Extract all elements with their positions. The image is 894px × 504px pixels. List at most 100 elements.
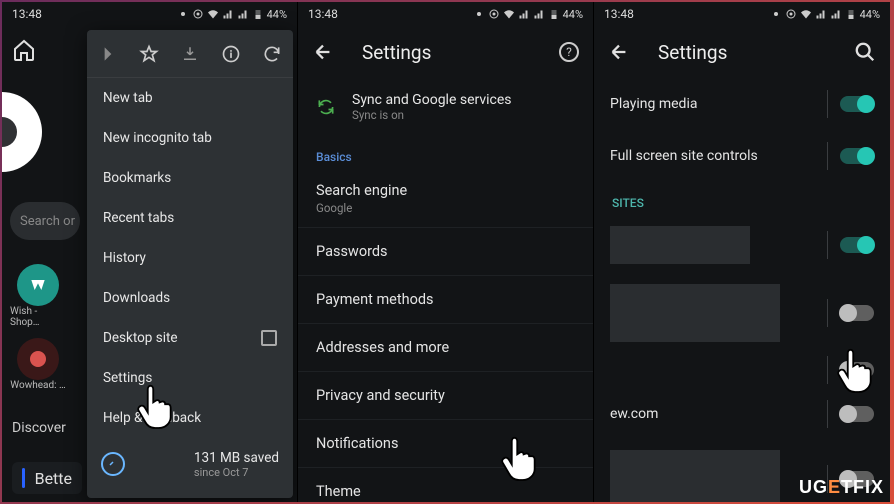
site-redacted [610,284,780,342]
back-arrow-icon[interactable] [608,41,630,63]
battery-icon [548,8,560,20]
signal-icon [533,8,545,20]
menu-settings[interactable]: Settings [87,358,293,398]
battery-pct: 44% [267,8,287,21]
status-time: 13:48 [604,7,634,21]
refresh-icon[interactable] [261,43,283,65]
data-saved-sub: since Oct 7 [194,466,279,479]
gauge-icon [101,452,125,476]
wifi-icon [503,8,515,20]
status-bar: 13:48 44% [2,2,297,26]
sites-header: SITES [594,182,890,216]
shortcut-wish[interactable]: Wish - Shop… [10,264,66,328]
status-bar: 13:48 44% [298,2,593,26]
signal-icon [237,8,249,20]
setting-payment[interactable]: Payment methods [298,275,593,323]
setting-passwords[interactable]: Passwords [298,227,593,275]
site-row[interactable] [594,352,890,388]
menu-new-incognito[interactable]: New incognito tab [87,118,293,158]
divider [827,90,828,118]
battery-icon [845,8,857,20]
site-row[interactable] [594,216,890,274]
divider [827,142,828,170]
omnibox[interactable]: Search or [10,202,80,240]
sync-subtitle: Sync is on [352,108,512,122]
setting-playing-media[interactable]: Playing media [594,78,890,130]
watermark: UGETFIX [799,477,884,498]
page-title: Settings [362,41,531,64]
toggle-site[interactable] [840,237,874,253]
chrome-logo [2,92,42,172]
signal-icon [830,8,842,20]
site-row-ewcom[interactable]: ew.com [594,388,890,440]
page-title: Settings [658,41,826,64]
signal-icon [222,8,234,20]
shortcut-wowhead[interactable]: Wowhead: … [10,338,66,391]
menu-history[interactable]: History [87,238,293,278]
setting-addresses[interactable]: Addresses and more [298,323,593,371]
phone-screen-settings-list: 13:48 44% Settings ? Sync and Google ser… [298,2,594,502]
menu-desktop-site[interactable]: Desktop site [87,318,293,358]
back-arrow-icon[interactable] [312,41,334,63]
toggle-site[interactable] [840,305,874,321]
discover-header: Discover [12,420,66,436]
menu-recent-tabs[interactable]: Recent tabs [87,198,293,238]
menu-downloads[interactable]: Downloads [87,278,293,318]
status-time: 13:48 [308,7,338,21]
site-row[interactable] [594,274,890,352]
sync-title: Sync and Google services [352,92,512,108]
help-icon[interactable]: ? [559,42,579,62]
battery-pct: 44% [860,8,880,21]
shortcut-label: Wish - Shop… [10,306,66,328]
phone-screen-site-settings: 13:48 44% Settings Playing media [594,2,890,502]
article-icon [22,468,25,488]
settings-appbar: Settings [594,26,890,78]
basics-header: Basics [298,136,593,170]
setting-fullscreen-controls[interactable]: Full screen site controls [594,130,890,182]
site-label: ew.com [610,406,658,422]
download-icon[interactable] [179,43,201,65]
sync-icon [316,97,336,117]
star-icon[interactable] [138,43,160,65]
toggle-site[interactable] [840,362,874,378]
menu-data-saved[interactable]: 131 MB saved since Oct 7 [87,438,293,490]
status-icons: 44% [473,8,583,21]
setting-privacy[interactable]: Privacy and security [298,371,593,419]
omnibox-placeholder: Search or [20,214,75,229]
desktop-site-checkbox[interactable] [261,330,277,346]
setting-notifications[interactable]: Notifications [298,419,593,467]
toggle-playing-media[interactable] [840,96,874,112]
article-title: Bette [35,469,72,488]
phone-screen-chrome-menu: 13:48 44% Search or Wish - Shop… [2,2,298,502]
menu-help[interactable]: Help & feedback [87,398,293,438]
menu-new-tab[interactable]: New tab [87,78,293,118]
target-icon [785,8,797,20]
site-redacted [610,226,750,264]
wifi-icon [800,8,812,20]
status-icons: 44% [770,8,880,21]
setting-theme[interactable]: Theme [298,467,593,502]
setting-search-engine[interactable]: Search engine Google [298,170,593,227]
battery-icon [252,8,264,20]
signal-icon [518,8,530,20]
menu-bookmarks[interactable]: Bookmarks [87,158,293,198]
shortcut-label: Wowhead: … [10,380,65,391]
battery-pct: 44% [563,8,583,21]
home-icon[interactable] [12,38,36,62]
status-icons: 44% [177,8,287,21]
toggle-site-ewcom[interactable] [840,406,874,422]
search-icon[interactable] [854,41,876,63]
settings-appbar: Settings ? [298,26,593,78]
info-icon[interactable] [220,43,242,65]
status-time: 13:48 [12,7,42,21]
article-card[interactable]: Bette [12,462,82,494]
signal-icon [815,8,827,20]
sync-row[interactable]: Sync and Google services Sync is on [298,78,593,136]
data-saved-main: 131 MB saved [194,450,279,466]
chrome-overflow-menu: New tab New incognito tab Bookmarks Rece… [87,30,293,498]
wifi-icon [207,8,219,20]
target-icon [488,8,500,20]
target-icon [192,8,204,20]
forward-icon[interactable] [97,43,119,65]
toggle-fullscreen[interactable] [840,148,874,164]
